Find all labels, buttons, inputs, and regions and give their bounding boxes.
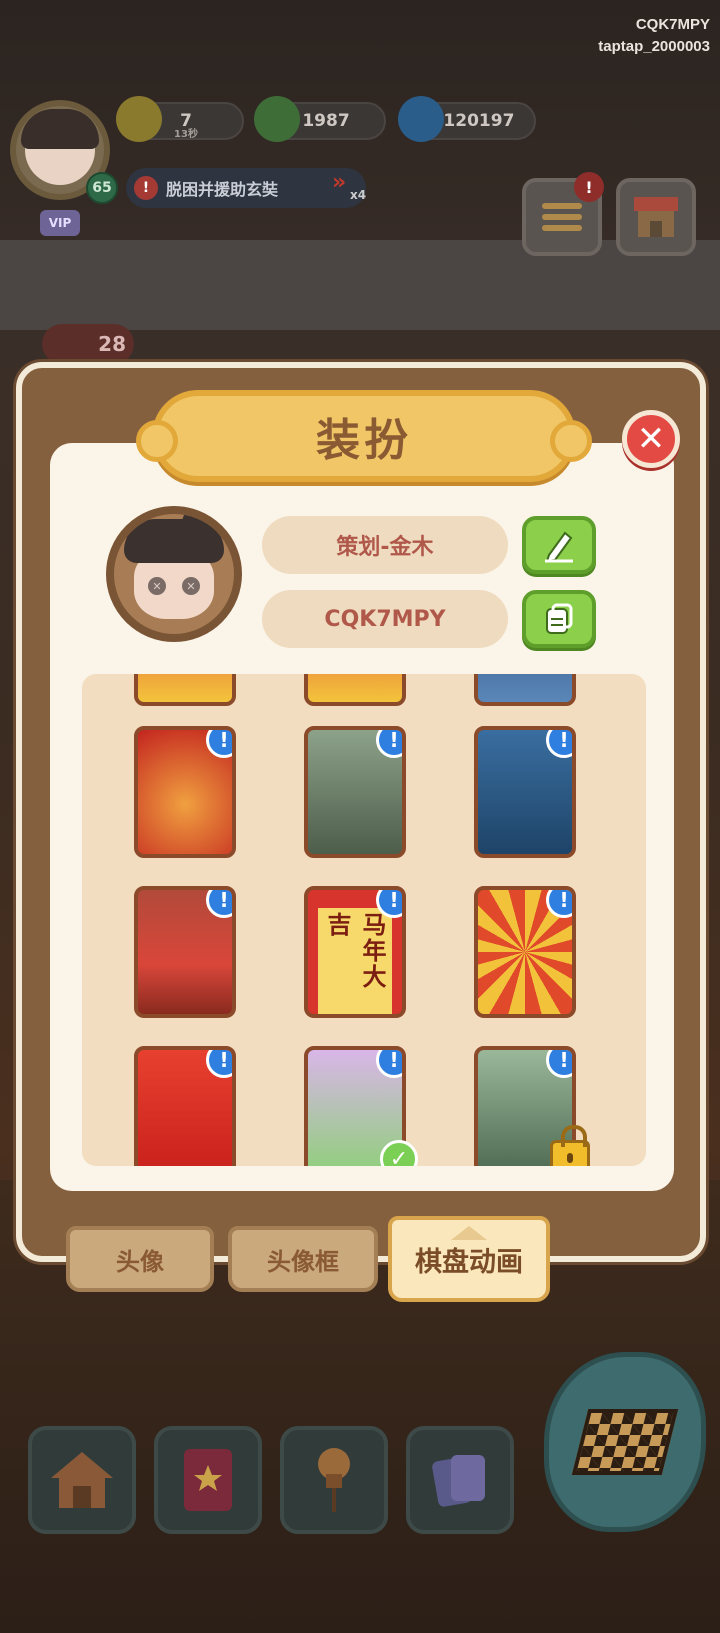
copy-icon: [546, 603, 573, 634]
tab-avatar-frame[interactable]: 头像框: [228, 1226, 378, 1292]
home-button[interactable]: [28, 1426, 136, 1534]
copy-id-button[interactable]: [522, 590, 596, 648]
avatar-face-icon: [21, 109, 99, 185]
animation-card-partial[interactable]: [304, 674, 406, 706]
stamina-counter[interactable]: 7 13秒: [116, 96, 244, 142]
animation-card[interactable]: !: [134, 1046, 236, 1166]
overlay-player-code: CQK7MPY: [635, 16, 710, 33]
stamina-icon: [116, 96, 162, 142]
event-counter[interactable]: 28: [42, 324, 134, 364]
dress-up-modal: 装扮 ✕ ✕ ✕ 策划-金木 CQK7MPY ! ! ! ! 马年大吉 ! ! …: [16, 362, 706, 1302]
profile-avatar: ✕ ✕: [106, 506, 242, 642]
fire-value: 5120197: [431, 111, 515, 131]
book-icon: [184, 1449, 232, 1511]
quest-bar[interactable]: ! 脱困并援助玄奘: [126, 168, 366, 208]
player-name-field: 策划-金木: [262, 516, 508, 574]
pushpin-icon: [318, 1448, 350, 1512]
fire-counter[interactable]: 5120197: [398, 96, 536, 142]
shop-icon: [634, 197, 678, 237]
cards-button[interactable]: [406, 1426, 514, 1534]
tab-avatar[interactable]: 头像: [66, 1226, 214, 1292]
account-overlay: CQK7MPY taptap_2000003: [598, 14, 710, 58]
blue-flame-icon: [398, 96, 444, 142]
quest-arrow-icon[interactable]: » x4: [332, 170, 372, 206]
animation-card-partial[interactable]: [474, 674, 576, 706]
quest-alert-icon: !: [134, 176, 158, 200]
chessboard-icon: [571, 1409, 679, 1475]
level-badge: 65: [86, 172, 118, 204]
pin-button[interactable]: [280, 1426, 388, 1534]
gem-value: 1987: [302, 111, 350, 131]
animation-card[interactable]: !: [474, 886, 576, 1018]
tab-board-animation[interactable]: 棋盘动画: [388, 1216, 550, 1302]
new-badge-icon: !: [376, 1050, 402, 1078]
new-badge-icon: !: [546, 730, 572, 758]
stamina-timer: 13秒: [174, 129, 198, 140]
animation-card[interactable]: !: [134, 726, 236, 858]
button-eye-icon: ✕: [148, 577, 166, 595]
gem-counter[interactable]: 1987: [254, 96, 386, 142]
new-badge-icon: !: [206, 730, 232, 758]
quest-multiplier: x4: [350, 188, 367, 202]
selected-check-icon: ✓: [380, 1140, 418, 1166]
animation-card[interactable]: 马年大吉 !: [304, 886, 406, 1018]
new-badge-icon: !: [546, 890, 572, 918]
cards-icon: [432, 1455, 485, 1507]
book-button[interactable]: [154, 1426, 262, 1534]
card-caption: 马年大吉: [318, 908, 392, 1014]
animation-card[interactable]: !: [474, 726, 576, 858]
edit-name-button[interactable]: [522, 516, 596, 574]
modal-title-banner: 装扮: [136, 390, 592, 482]
animation-card-partial[interactable]: [134, 674, 236, 706]
pencil-icon: [545, 531, 573, 563]
house-icon: [51, 1452, 113, 1508]
vip-badge[interactable]: VIP: [40, 210, 80, 236]
shop-button[interactable]: [616, 178, 696, 256]
background-wall: [0, 240, 720, 330]
close-button[interactable]: ✕: [622, 410, 680, 468]
new-badge-icon: !: [546, 1050, 572, 1078]
player-id-field: CQK7MPY: [262, 590, 508, 648]
new-badge-icon: !: [206, 890, 232, 918]
jade-icon: [254, 96, 300, 142]
lock-icon: [550, 1125, 590, 1166]
new-badge-icon: !: [206, 1050, 232, 1078]
animation-card[interactable]: !: [304, 726, 406, 858]
close-icon: ✕: [636, 419, 666, 459]
board-button[interactable]: [544, 1352, 706, 1532]
notification-dot: !: [574, 172, 604, 202]
task-list-button[interactable]: !: [522, 172, 604, 256]
animation-card[interactable]: !: [134, 886, 236, 1018]
board-animation-grid: ! ! ! ! 马年大吉 ! ! ! ! ✓ !: [82, 674, 646, 1166]
character-face-icon: ✕ ✕: [124, 514, 224, 629]
modal-title: 装扮: [316, 415, 412, 466]
button-eye-icon: ✕: [182, 577, 200, 595]
overlay-account: taptap_2000003: [598, 38, 710, 55]
list-icon: [542, 203, 582, 231]
new-badge-icon: !: [376, 730, 402, 758]
quest-text: 脱困并援助玄奘: [166, 180, 279, 199]
